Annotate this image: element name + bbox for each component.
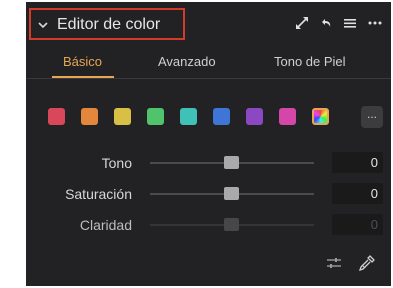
swatch-yellow[interactable]: [114, 108, 131, 125]
swatch-blue[interactable]: [213, 108, 230, 125]
title-highlight[interactable]: Editor de color: [29, 8, 185, 40]
slider-label-saturacion: Saturación: [65, 186, 132, 202]
slider-row-saturacion: Saturación 0: [26, 183, 391, 205]
swatch-red[interactable]: [48, 108, 65, 125]
eyedropper-icon[interactable]: [358, 254, 376, 272]
swatch-orange[interactable]: [81, 108, 98, 125]
menu-icon[interactable]: [343, 16, 357, 30]
tab-divider: [26, 78, 391, 79]
swatch-purple[interactable]: [246, 108, 263, 125]
chevron-down-icon[interactable]: [37, 20, 49, 30]
value-field-saturacion[interactable]: 0: [332, 183, 383, 204]
swatch-aqua[interactable]: [180, 108, 197, 125]
slider-thumb-claridad: [224, 218, 239, 231]
slider-row-tono: Tono 0: [26, 152, 391, 174]
tab-basico[interactable]: Básico: [63, 54, 102, 69]
footer-actions: [326, 254, 376, 272]
panel-header: Editor de color: [26, 2, 391, 42]
more-icon[interactable]: [367, 16, 383, 30]
tab-avanzado[interactable]: Avanzado: [158, 54, 216, 69]
sliders-icon[interactable]: [326, 256, 342, 270]
swatch-magenta[interactable]: [279, 108, 296, 125]
slider-thumb-saturacion[interactable]: [224, 187, 239, 200]
panel-title: Editor de color: [57, 16, 161, 33]
undo-icon[interactable]: [319, 16, 333, 30]
color-editor-panel: Editor de color Básico Avanzado Tono de …: [26, 2, 391, 286]
tab-tono-de-piel[interactable]: Tono de Piel: [274, 54, 346, 69]
value-field-claridad: 0: [332, 214, 383, 235]
value-field-tono[interactable]: 0: [332, 152, 383, 173]
header-actions: [295, 15, 383, 31]
tab-bar: Básico Avanzado Tono de Piel: [26, 46, 391, 82]
more-swatches-button[interactable]: ...: [361, 106, 383, 128]
swatch-all-colors[interactable]: [312, 108, 329, 125]
slider-label-tono: Tono: [101, 155, 132, 171]
expand-arrows-icon[interactable]: [295, 16, 309, 30]
swatch-green[interactable]: [147, 108, 164, 125]
slider-label-claridad: Claridad: [79, 217, 132, 233]
slider-row-claridad: Claridad 0: [26, 214, 391, 236]
slider-thumb-tono[interactable]: [224, 156, 239, 169]
